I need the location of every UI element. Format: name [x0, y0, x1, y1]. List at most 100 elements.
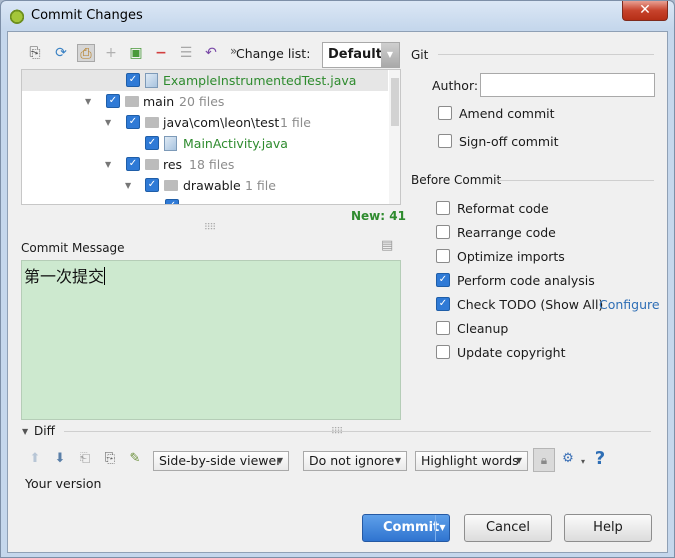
tree-row-drawable[interactable]: ▼ ✓ drawable 1 file: [22, 175, 388, 196]
next-diff-icon[interactable]: ⬇: [52, 451, 68, 467]
changelist-label: Change list:: [236, 46, 311, 61]
author-input[interactable]: [480, 73, 655, 97]
tree-row-example-test[interactable]: ✓ ExampleInstrumentedTest.java: [22, 70, 388, 91]
folder-icon: [125, 96, 139, 107]
highlight-dropdown[interactable]: Highlight words ▼: [415, 451, 528, 471]
add-icon[interactable]: +: [102, 44, 120, 62]
tree-row-label: main: [143, 94, 175, 109]
chevron-down-icon: ▼: [381, 43, 399, 67]
commit-message-text: 第一次提交: [24, 267, 105, 286]
tree-row-java[interactable]: ▼ ✓ java\com\leon\test 1 file: [22, 112, 388, 133]
tree-row-label: java\com\leon\test: [163, 115, 280, 130]
folder-checkbox[interactable]: ✓: [106, 94, 120, 108]
changes-tree[interactable]: ✓ ExampleInstrumentedTest.java ▼ ✓ main …: [21, 69, 401, 205]
changelist-value: Default: [328, 47, 382, 62]
gear-chevron-icon[interactable]: ▾: [575, 454, 591, 470]
before-commit-label: Before Commit: [411, 173, 502, 187]
cleanup-label: Cleanup: [457, 321, 509, 336]
chevron-down-icon: ▼: [276, 456, 284, 465]
move-icon[interactable]: ▣: [127, 44, 145, 62]
prev-file-icon[interactable]: ⎗: [77, 451, 93, 467]
prev-diff-icon[interactable]: ⬆: [27, 451, 43, 467]
git-section-label: Git: [411, 48, 429, 62]
reformat-code-checkbox[interactable]: [436, 201, 450, 215]
tree-row-label: drawable: [183, 178, 241, 193]
refresh-icon[interactable]: ⟳: [52, 44, 70, 62]
expand-triangle-icon[interactable]: ▼: [105, 112, 111, 133]
jump-to-source-icon[interactable]: ⎘: [102, 451, 118, 467]
tree-row-meta: 1 file: [280, 115, 311, 130]
group-icon[interactable]: ☰: [177, 44, 195, 62]
tree-row-meta: 20 files: [179, 94, 225, 109]
tree-row-meta: 18 files: [189, 157, 235, 172]
diff-toggle-icon[interactable]: ⎙: [77, 44, 95, 62]
your-version-label: Your version: [25, 476, 102, 491]
tree-row-label: ExampleInstrumentedTest.java: [163, 73, 357, 88]
refresh-local-icon[interactable]: ⎘: [26, 44, 44, 62]
rearrange-code-checkbox[interactable]: [436, 225, 450, 239]
tree-scrollbar[interactable]: [389, 70, 400, 204]
file-checkbox[interactable]: ✓: [126, 73, 140, 87]
expand-triangle-icon[interactable]: ▼: [105, 154, 111, 175]
help-button[interactable]: Help: [564, 514, 652, 542]
chevron-down-icon: ▼: [394, 456, 402, 465]
expand-triangle-icon[interactable]: ▼: [85, 91, 91, 112]
commit-changes-dialog: Commit Changes ✕ ⎘ ⟳ ⎙ + ▣ − ☰ ↶ » Chang…: [0, 0, 675, 558]
cancel-button[interactable]: Cancel: [464, 514, 552, 542]
window-title: Commit Changes: [31, 8, 143, 23]
tree-row-res[interactable]: ▼ ✓ res 18 files: [22, 154, 388, 175]
help-icon[interactable]: ?: [592, 448, 608, 470]
tree-row-label: MainActivity.java: [183, 136, 288, 151]
file-checkbox[interactable]: ✓: [165, 199, 179, 204]
file-checkbox[interactable]: ✓: [145, 136, 159, 150]
diff-divider: [64, 431, 651, 432]
lock-icon[interactable]: 🔒︎: [533, 448, 555, 472]
commit-message-input[interactable]: 第一次提交: [21, 260, 401, 420]
gear-icon[interactable]: ⚙: [560, 451, 576, 467]
folder-checkbox[interactable]: ✓: [126, 157, 140, 171]
revert-icon[interactable]: ↶: [202, 44, 220, 62]
update-copyright-checkbox[interactable]: [436, 345, 450, 359]
highlight-value: Highlight words: [421, 453, 519, 468]
remove-icon[interactable]: −: [152, 44, 170, 62]
splitter-grip[interactable]: ⠿⠿: [204, 223, 216, 233]
tree-row-meta: 1 file: [245, 178, 276, 193]
tree-row-partial[interactable]: ✓: [22, 196, 388, 204]
changelist-dropdown[interactable]: Default ▼: [322, 42, 400, 68]
perform-code-analysis-checkbox[interactable]: ✓: [436, 273, 450, 287]
folder-checkbox[interactable]: ✓: [145, 178, 159, 192]
signoff-commit-checkbox[interactable]: [438, 134, 452, 148]
amend-commit-checkbox[interactable]: [438, 106, 452, 120]
check-todo-checkbox[interactable]: ✓: [436, 297, 450, 311]
commit-options-chevron-icon[interactable]: ▼: [435, 515, 449, 541]
cleanup-checkbox[interactable]: [436, 321, 450, 335]
diff-collapse-icon[interactable]: ▼: [22, 427, 28, 436]
folder-checkbox[interactable]: ✓: [126, 115, 140, 129]
message-history-icon[interactable]: ▤: [381, 238, 393, 253]
close-button[interactable]: ✕: [622, 1, 668, 21]
ignore-dropdown[interactable]: Do not ignore ▼: [303, 451, 407, 471]
optimize-imports-checkbox[interactable]: [436, 249, 450, 263]
configure-link[interactable]: Configure: [599, 297, 660, 312]
viewer-dropdown[interactable]: Side-by-side viewer ▼: [153, 451, 289, 471]
commit-button[interactable]: Commit ▼: [362, 514, 450, 542]
tree-row-mainactivity[interactable]: ✓ MainActivity.java: [22, 133, 388, 154]
java-file-icon: [164, 136, 177, 151]
expand-triangle-icon[interactable]: ▼: [125, 175, 131, 196]
title-bar: Commit Changes ✕: [1, 1, 674, 31]
new-files-count: New: 41: [351, 209, 406, 223]
git-divider: [438, 54, 654, 55]
author-label: Author:: [432, 78, 479, 93]
update-copyright-label: Update copyright: [457, 345, 566, 360]
android-studio-icon: [9, 8, 25, 24]
chevron-down-icon: ▼: [515, 456, 523, 465]
tree-row-label: res: [163, 157, 183, 172]
tree-row-main[interactable]: ▼ ✓ main 20 files: [22, 91, 388, 112]
edit-source-icon[interactable]: ✎: [127, 451, 143, 467]
scrollbar-thumb[interactable]: [391, 78, 399, 126]
viewer-value: Side-by-side viewer: [159, 453, 282, 468]
text-caret: [104, 267, 106, 285]
diff-splitter-grip[interactable]: ⠿⠿: [331, 427, 343, 437]
folder-icon: [145, 159, 159, 170]
diff-section-label: Diff: [34, 424, 55, 438]
